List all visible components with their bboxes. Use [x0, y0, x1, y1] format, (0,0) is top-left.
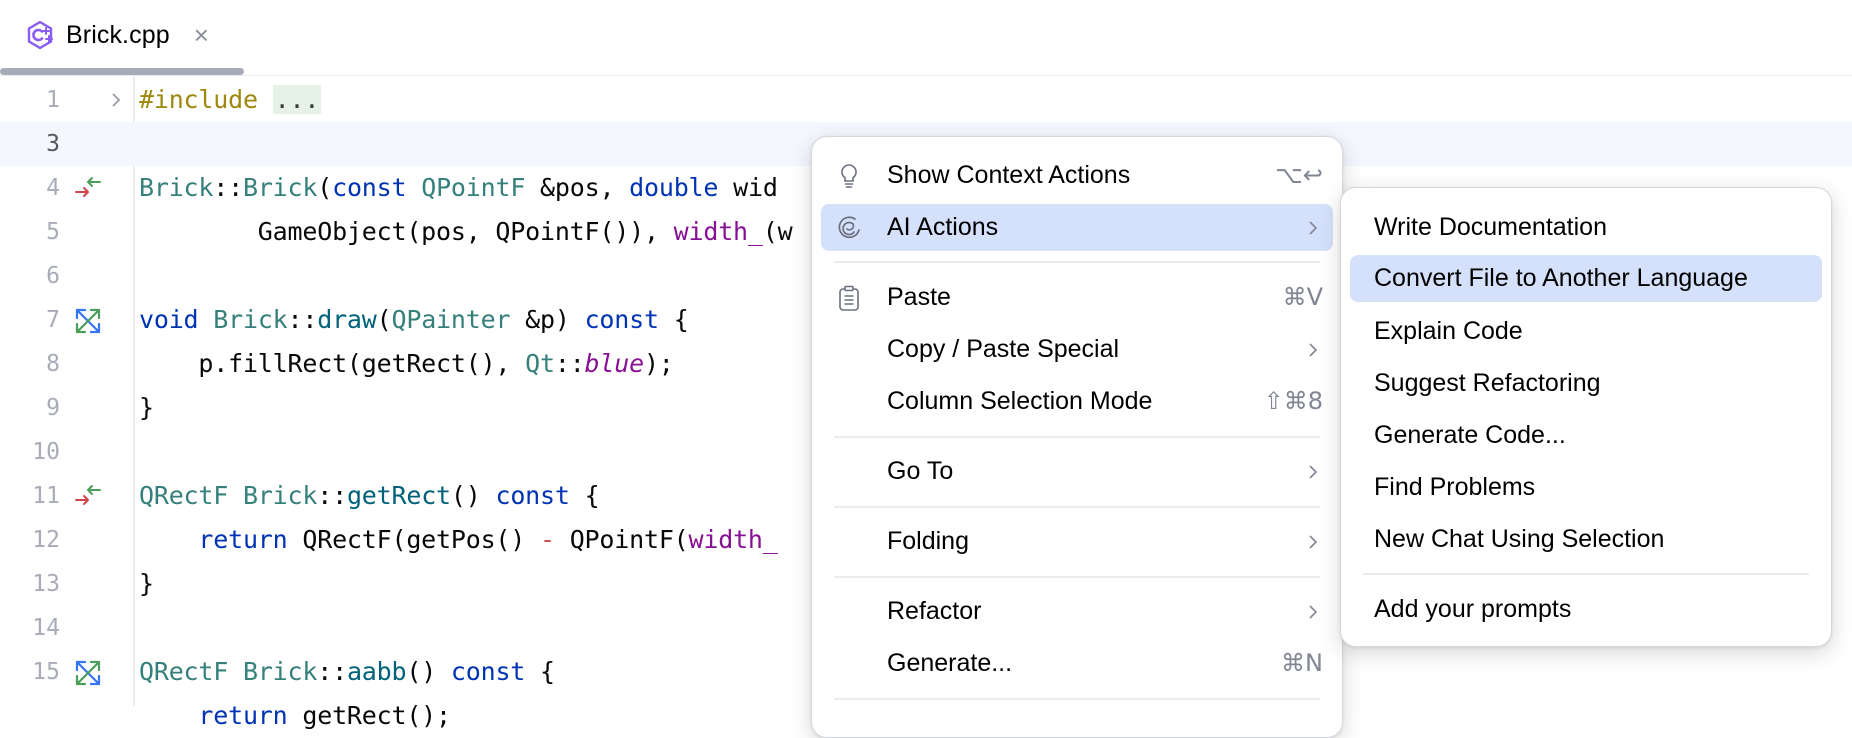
menu-item-explain-code[interactable]: Explain Code [1350, 308, 1822, 355]
menu-item-column-selection-mode[interactable]: Column Selection Mode ⇧⌘8 [821, 378, 1333, 425]
cpp-file-icon [27, 20, 53, 50]
line-number: 9 [46, 395, 60, 421]
menu-item-paste[interactable]: Paste ⌘V [821, 274, 1333, 321]
menu-separator [834, 698, 1320, 700]
shortcut-label: ⌘V [1282, 283, 1323, 311]
code-text: #include ... [139, 85, 322, 114]
code-text: QRectF Brick::aabb() const { [139, 657, 555, 686]
menu-separator [834, 436, 1320, 438]
line-number: 13 [32, 571, 60, 597]
menu-item-write-documentation[interactable]: Write Documentation [1350, 204, 1822, 251]
chevron-right-icon [1309, 343, 1318, 357]
menu-item-add-your-prompts[interactable]: Add your prompts [1350, 586, 1822, 633]
line-number: 14 [32, 615, 60, 641]
tab-brick-cpp[interactable]: Brick.cpp × [24, 12, 209, 58]
line-number: 12 [32, 527, 60, 553]
code-text: void Brick::draw(QPainter &p) const { [139, 305, 689, 334]
menu-separator [834, 506, 1320, 508]
code-text: Brick::Brick(const QPointF &pos, double … [139, 173, 778, 202]
lightbulb-icon [841, 164, 857, 188]
line-number: 10 [32, 439, 60, 465]
menu-item-copy-paste-special[interactable]: Copy / Paste Special [821, 326, 1333, 373]
close-tab-icon[interactable]: × [194, 22, 209, 48]
line-number: 15 [32, 659, 60, 685]
active-tab-indicator [0, 68, 244, 75]
line-number: 11 [32, 483, 60, 509]
code-text: return getRect(); [198, 701, 451, 730]
folded-code-placeholder[interactable]: ... [272, 85, 322, 114]
shortcut-label: ⇧⌘8 [1263, 387, 1323, 415]
menu-item-refactor[interactable]: Refactor [821, 588, 1333, 635]
menu-item-folding[interactable]: Folding [821, 518, 1333, 565]
menu-item-show-context-actions[interactable]: Show Context Actions ⌥↩ [821, 152, 1333, 199]
menu-separator [834, 576, 1320, 578]
editor-context-menu: Show Context Actions ⌥↩ AI Actions Paste… [811, 136, 1343, 738]
chevron-right-icon [1309, 465, 1318, 479]
menu-item-ai-actions[interactable]: AI Actions [821, 204, 1333, 251]
menu-item-suggest-refactoring[interactable]: Suggest Refactoring [1350, 360, 1822, 407]
line-number: 5 [46, 219, 60, 245]
line-number: 6 [46, 263, 60, 289]
override-icon[interactable] [74, 307, 102, 335]
code-text: QRectF Brick::getRect() const { [139, 481, 600, 510]
code-text: return QRectF(getPos() - QPointF(width_ [198, 525, 778, 554]
line-number: 4 [46, 175, 60, 201]
tab-title: Brick.cpp [66, 20, 170, 49]
override-icon[interactable] [74, 659, 102, 687]
ai-actions-submenu: Write Documentation Convert File to Anot… [1340, 187, 1832, 647]
menu-separator [834, 261, 1320, 263]
code-text: } [139, 569, 154, 598]
code-text: GameObject(pos, QPointF()), width_(w [139, 217, 793, 246]
menu-item-convert-file[interactable]: Convert File to Another Language [1350, 255, 1822, 302]
code-line[interactable]: 1 #include ... [0, 78, 1852, 122]
line-number: 3 [46, 131, 60, 157]
chevron-right-icon [1309, 605, 1318, 619]
menu-item-generate-code[interactable]: Generate Code... [1350, 412, 1822, 459]
editor-tab-bar: Brick.cpp × [0, 0, 1852, 76]
shortcut-label: ⌘N [1281, 649, 1323, 677]
menu-separator [1363, 573, 1809, 575]
code-text: p.fillRect(getRect(), Qt::blue); [139, 349, 674, 378]
menu-item-find-problems[interactable]: Find Problems [1350, 464, 1822, 511]
menu-item-go-to[interactable]: Go To [821, 448, 1333, 495]
code-text: } [139, 393, 154, 422]
clipboard-icon [839, 285, 859, 311]
menu-item-new-chat-using-selection[interactable]: New Chat Using Selection [1350, 516, 1822, 563]
chevron-right-icon [1309, 535, 1318, 549]
chevron-right-icon [1309, 221, 1318, 235]
ai-assistant-icon [838, 216, 860, 239]
menu-item-generate[interactable]: Generate... ⌘N [821, 640, 1333, 687]
fold-expand-icon[interactable] [108, 89, 124, 111]
line-number: 8 [46, 351, 60, 377]
line-number: 7 [46, 307, 60, 333]
line-number: 1 [46, 87, 60, 113]
declaration-definition-icon[interactable] [74, 483, 102, 511]
shortcut-label: ⌥↩ [1275, 161, 1323, 189]
declaration-definition-icon[interactable] [74, 175, 102, 203]
